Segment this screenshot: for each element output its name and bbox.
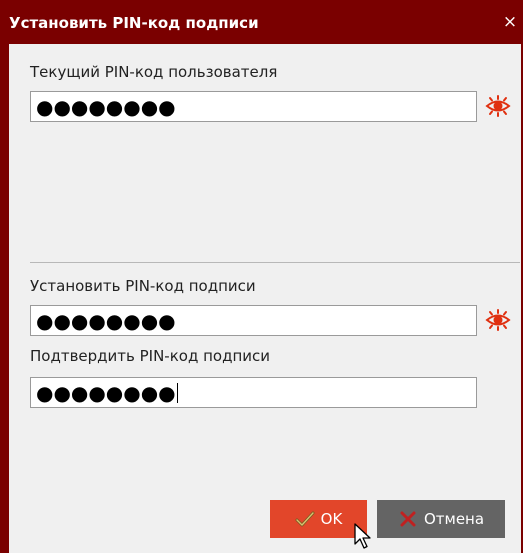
new-pin-label: Установить PIN-код подписи: [30, 277, 256, 295]
checkmark-icon: [295, 511, 315, 527]
confirm-pin-input[interactable]: ●●●●●●●●: [30, 377, 477, 408]
text-caret: [176, 382, 178, 403]
cancel-button-label: Отмена: [423, 510, 485, 528]
dialog-title: Установить PIN-код подписи: [9, 14, 259, 32]
mouse-pointer-icon: [354, 523, 371, 549]
cross-icon: [400, 511, 416, 527]
confirm-pin-value: ●●●●●●●●: [36, 380, 176, 405]
show-new-pin-eye-icon[interactable]: [485, 309, 511, 331]
dialog-titlebar: Установить PIN-код подписи ×: [0, 0, 523, 44]
section-divider: [30, 262, 520, 263]
cancel-button[interactable]: Отмена: [377, 500, 505, 538]
confirm-pin-label: Подтвердить PIN-код подписи: [30, 347, 271, 365]
new-pin-input[interactable]: ●●●●●●●●: [30, 305, 477, 336]
close-button[interactable]: ×: [501, 13, 519, 31]
current-pin-input[interactable]: ●●●●●●●●: [30, 91, 477, 122]
set-pin-dialog: Установить PIN-код подписи × Текущий PIN…: [0, 0, 523, 553]
current-pin-label: Текущий PIN-код пользователя: [30, 63, 278, 81]
ok-button-label: OK: [320, 510, 343, 528]
show-current-pin-eye-icon[interactable]: [485, 95, 511, 117]
current-pin-value: ●●●●●●●●: [36, 94, 176, 119]
new-pin-value: ●●●●●●●●: [36, 308, 176, 333]
